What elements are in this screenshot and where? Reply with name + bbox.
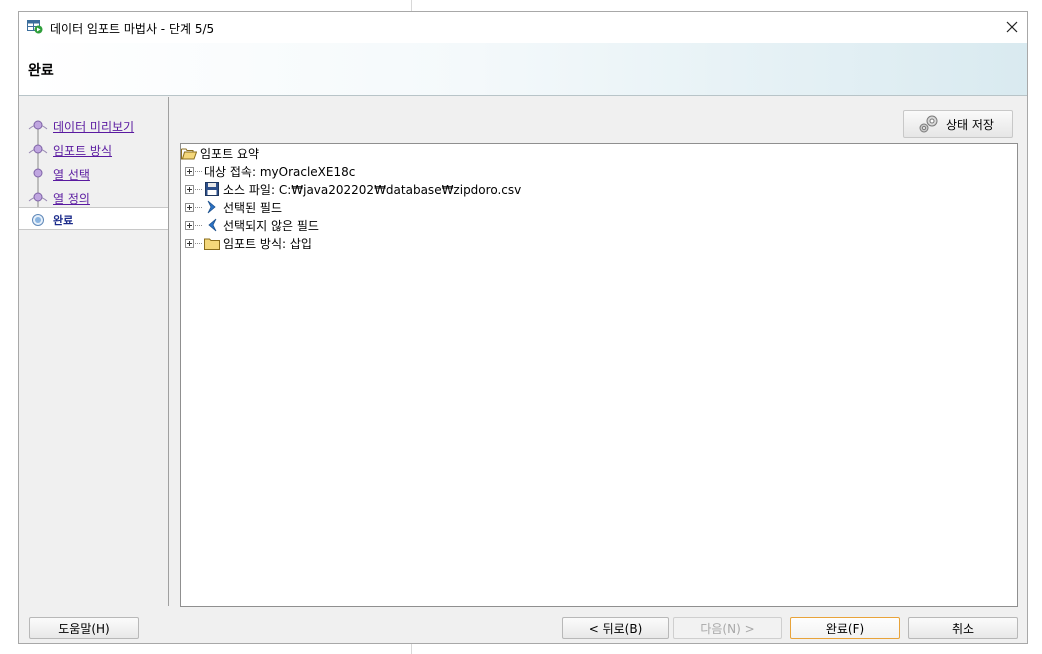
title-bar: 데이터 임포트 마법사 - 단계 5/5: [19, 12, 1027, 43]
floppy-disk-icon: [204, 182, 220, 196]
chevron-right-icon: [204, 200, 220, 214]
wizard-app-icon: [27, 20, 43, 34]
tree-node-label: 임포트 요약: [200, 146, 260, 161]
gears-icon: [919, 115, 938, 133]
steps-panel: 데이터 미리보기 임포트 방식 열 선택 열 정의 완료: [19, 97, 169, 606]
save-state-label: 상태 저장: [946, 117, 994, 132]
expand-icon[interactable]: [185, 184, 194, 194]
expand-icon[interactable]: [185, 202, 194, 212]
chevron-left-icon: [204, 218, 220, 232]
step-visited-node-icon: [27, 140, 49, 162]
step-data-preview[interactable]: 데이터 미리보기: [19, 114, 168, 136]
expand-icon[interactable]: [185, 166, 194, 176]
tree-node-label: 대상 접속: myOracleXE18c: [204, 164, 356, 179]
step-visited-node-icon: [27, 164, 49, 186]
step-import-method[interactable]: 임포트 방식: [19, 138, 168, 160]
finish-button[interactable]: 완료(F): [790, 617, 900, 639]
tree-node-label: 소스 파일: C:₩java202202₩database₩zipdoro.cs…: [223, 182, 522, 197]
step-column-select[interactable]: 열 선택: [19, 162, 168, 184]
tree-node-label: 선택된 필드: [223, 200, 283, 215]
step-column-definition[interactable]: 열 정의: [19, 186, 168, 208]
cancel-button[interactable]: 취소: [908, 617, 1018, 639]
step-label[interactable]: 열 선택: [53, 166, 90, 183]
tree-node-selected-fields[interactable]: 선택된 필드: [185, 198, 282, 216]
window-title: 데이터 임포트 마법사 - 단계 5/5: [50, 22, 215, 36]
import-wizard-dialog: 데이터 임포트 마법사 - 단계 5/5 완료 데이터 미리보기 임포트 방식 …: [18, 11, 1028, 644]
step-label[interactable]: 열 정의: [53, 190, 90, 207]
wizard-header: 완료: [19, 43, 1027, 96]
step-label[interactable]: 임포트 방식: [53, 142, 112, 159]
folder-icon: [204, 236, 220, 250]
import-summary-tree[interactable]: 임포트 요약 대상 접속: myOracleXE18c 소스 파일: C:₩ja…: [180, 143, 1018, 607]
page-title: 완료: [28, 63, 54, 79]
step-label[interactable]: 데이터 미리보기: [53, 118, 134, 135]
next-button: 다음(N) >: [673, 617, 782, 639]
step-current-node-icon: [27, 209, 49, 231]
tree-node-unselected-fields[interactable]: 선택되지 않은 필드: [185, 216, 319, 234]
tree-node-target-connection[interactable]: 대상 접속: myOracleXE18c: [185, 162, 355, 180]
step-finish-current: 완료: [19, 207, 168, 230]
step-visited-node-icon: [27, 116, 49, 138]
tree-node-label: 선택되지 않은 필드: [223, 218, 319, 233]
tree-node-source-file[interactable]: 소스 파일: C:₩java202202₩database₩zipdoro.cs…: [185, 180, 521, 198]
wizard-footer: 도움말(H) < 뒤로(B) 다음(N) > 완료(F) 취소: [19, 606, 1027, 643]
close-button[interactable]: [997, 12, 1027, 42]
back-button[interactable]: < 뒤로(B): [562, 617, 669, 639]
main-content: 상태 저장 임포트 요약 대상 접속: myOracleXE18c 소스 파일:…: [170, 97, 1027, 607]
save-state-button[interactable]: 상태 저장: [903, 110, 1013, 138]
close-icon: [1006, 21, 1018, 33]
help-button[interactable]: 도움말(H): [29, 617, 139, 639]
tree-node-label: 임포트 방식: 삽입: [223, 236, 312, 251]
tree-node-import-method[interactable]: 임포트 방식: 삽입: [185, 234, 312, 252]
tree-root-node[interactable]: 임포트 요약: [181, 144, 259, 162]
step-label: 완료: [53, 214, 74, 227]
expand-icon[interactable]: [185, 238, 194, 248]
expand-icon[interactable]: [185, 220, 194, 230]
folder-open-icon: [181, 146, 197, 160]
